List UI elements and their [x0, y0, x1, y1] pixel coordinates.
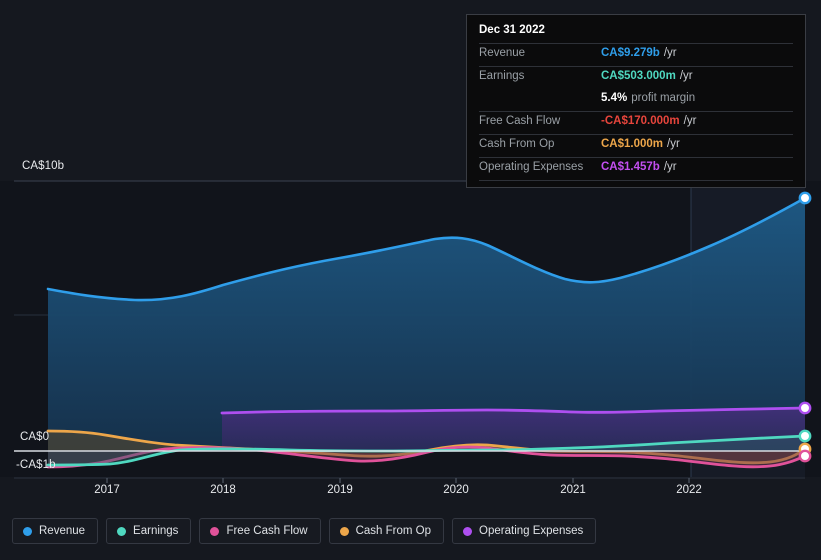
tooltip-row-earnings: Earnings CA$503.000m /yr	[479, 66, 793, 89]
tooltip-unit-earnings: /yr	[679, 70, 693, 82]
chart-legend: Revenue Earnings Free Cash Flow Cash Fro…	[12, 518, 597, 544]
earnings-endpoint-marker[interactable]	[798, 429, 812, 443]
x-axis-label-2021: 2021	[560, 484, 586, 496]
tooltip-key-earnings: Earnings	[479, 70, 525, 82]
tooltip-value-free-cash-flow: -CA$170.000m	[601, 115, 680, 127]
y-axis-label-zero: CA$0	[20, 431, 50, 443]
legend-item-free-cash-flow[interactable]: Free Cash Flow	[199, 518, 321, 544]
tooltip-row-profit-margin: 5.4% profit margin	[479, 89, 793, 111]
earnings-legend-dot-icon	[117, 526, 127, 536]
x-axis-label-2017: 2017	[94, 484, 120, 496]
y-axis-label-negative: -CA$1b	[16, 459, 56, 471]
legend-item-revenue[interactable]: Revenue	[12, 518, 99, 544]
tooltip-value-revenue: CA$9.279b	[601, 47, 660, 59]
tooltip-unit-operating-expenses: /yr	[663, 161, 677, 173]
tooltip-row-revenue: Revenue CA$9.279b /yr	[479, 43, 793, 66]
x-axis-label-2022: 2022	[676, 484, 702, 496]
tooltip-row-free-cash-flow: Free Cash Flow -CA$170.000m /yr	[479, 111, 793, 134]
tooltip-suffix-profit-margin: profit margin	[631, 92, 696, 104]
legend-label-cash-from-op: Cash From Op	[355, 525, 432, 537]
tooltip-bottom-divider	[479, 180, 793, 181]
legend-item-operating-expenses[interactable]: Operating Expenses	[452, 518, 597, 544]
y-axis-label-top: CA$10b	[22, 160, 65, 172]
tooltip-row-cash-from-op: Cash From Op CA$1.000m /yr	[479, 134, 793, 157]
tooltip-date: Dec 31 2022	[479, 24, 545, 36]
legend-label-free-cash-flow: Free Cash Flow	[226, 525, 308, 537]
tooltip-key-operating-expenses: Operating Expenses	[479, 161, 584, 173]
x-axis-label-2020: 2020	[443, 484, 469, 496]
free-cash-flow-legend-dot-icon	[210, 526, 220, 536]
revenue-legend-dot-icon	[23, 526, 32, 536]
tooltip-unit-revenue: /yr	[663, 47, 677, 59]
operating-expenses-legend-dot-icon	[463, 526, 473, 536]
legend-item-cash-from-op[interactable]: Cash From Op	[328, 518, 445, 544]
x-axis-label-2018: 2018	[210, 484, 236, 496]
tooltip-value-earnings: CA$503.000m	[601, 70, 676, 82]
tooltip-row-operating-expenses: Operating Expenses CA$1.457b /yr	[479, 157, 793, 180]
legend-label-revenue: Revenue	[39, 525, 86, 537]
operating-expenses-endpoint-marker[interactable]	[798, 401, 812, 415]
tooltip-value-profit-margin: 5.4%	[601, 92, 628, 104]
tooltip-value-cash-from-op: CA$1.000m	[601, 138, 664, 150]
legend-item-earnings[interactable]: Earnings	[106, 518, 192, 544]
cash-from-op-legend-dot-icon	[339, 526, 349, 536]
tooltip-key-free-cash-flow: Free Cash Flow	[479, 115, 561, 127]
legend-label-operating-expenses: Operating Expenses	[479, 525, 584, 537]
revenue-endpoint-marker[interactable]	[798, 191, 812, 205]
legend-label-earnings: Earnings	[133, 525, 179, 537]
tooltip-key-revenue: Revenue	[479, 47, 526, 59]
tooltip-value-operating-expenses: CA$1.457b	[601, 161, 660, 173]
free-cash-flow-endpoint-marker[interactable]	[798, 449, 812, 463]
x-axis-label-2019: 2019	[327, 484, 353, 496]
x-axis-ticks	[106, 478, 690, 483]
tooltip-key-cash-from-op: Cash From Op	[479, 138, 555, 150]
tooltip-unit-free-cash-flow: /yr	[683, 115, 697, 127]
tooltip-unit-cash-from-op: /yr	[667, 138, 680, 150]
data-tooltip: Dec 31 2022 Revenue CA$9.279b /yr Earnin…	[466, 14, 806, 188]
financial-chart-widget: CA$10b CA$0 -CA$1b 2017 2018 2019 2020 2…	[0, 0, 821, 560]
